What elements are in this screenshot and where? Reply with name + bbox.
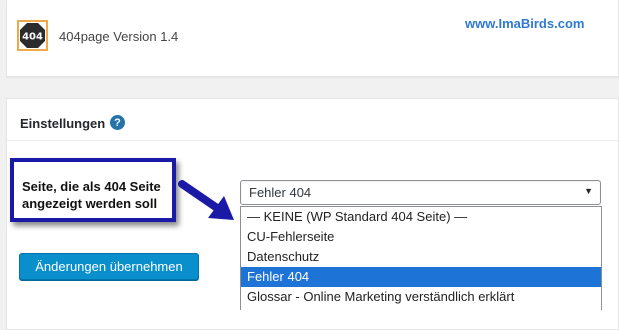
octagon-404-icon: 404 [17,20,48,51]
help-icon[interactable]: ? [110,115,125,130]
select-option-cu-fehlerseite[interactable]: CU-Fehlerseite [241,227,601,247]
watermark-link[interactable]: www.ImaBirds.com [465,16,584,31]
callout-line-2: angezeigt werden soll [22,196,158,211]
save-changes-button[interactable]: Änderungen übernehmen [19,253,199,280]
annotation-callout: Seite, die als 404 Seite angezeigt werde… [10,158,176,222]
callout-line-1: Seite, die als 404 Seite [22,179,161,194]
select-option-none[interactable]: — KEINE (WP Standard 404 Seite) — [241,207,601,227]
section-title: Einstellungen [20,116,106,131]
chevron-down-icon[interactable]: ▼ [584,186,593,196]
select-option-glossar[interactable]: Glossar - Online Marketing verständlich … [241,287,601,307]
section-divider [7,140,618,141]
arrow-icon [178,180,234,220]
page-select-dropdown[interactable]: — KEINE (WP Standard 404 Seite) — CU-Feh… [240,206,602,310]
select-current-value: Fehler 404 [249,185,312,200]
select-option-datenschutz[interactable]: Datenschutz [241,247,601,267]
select-option-fehler-404[interactable]: Fehler 404 [241,267,601,287]
page-select[interactable]: Fehler 404 ▼ [240,180,601,205]
plugin-title: 404page Version 1.4 [59,29,179,44]
logo-text: 404 [22,32,43,43]
